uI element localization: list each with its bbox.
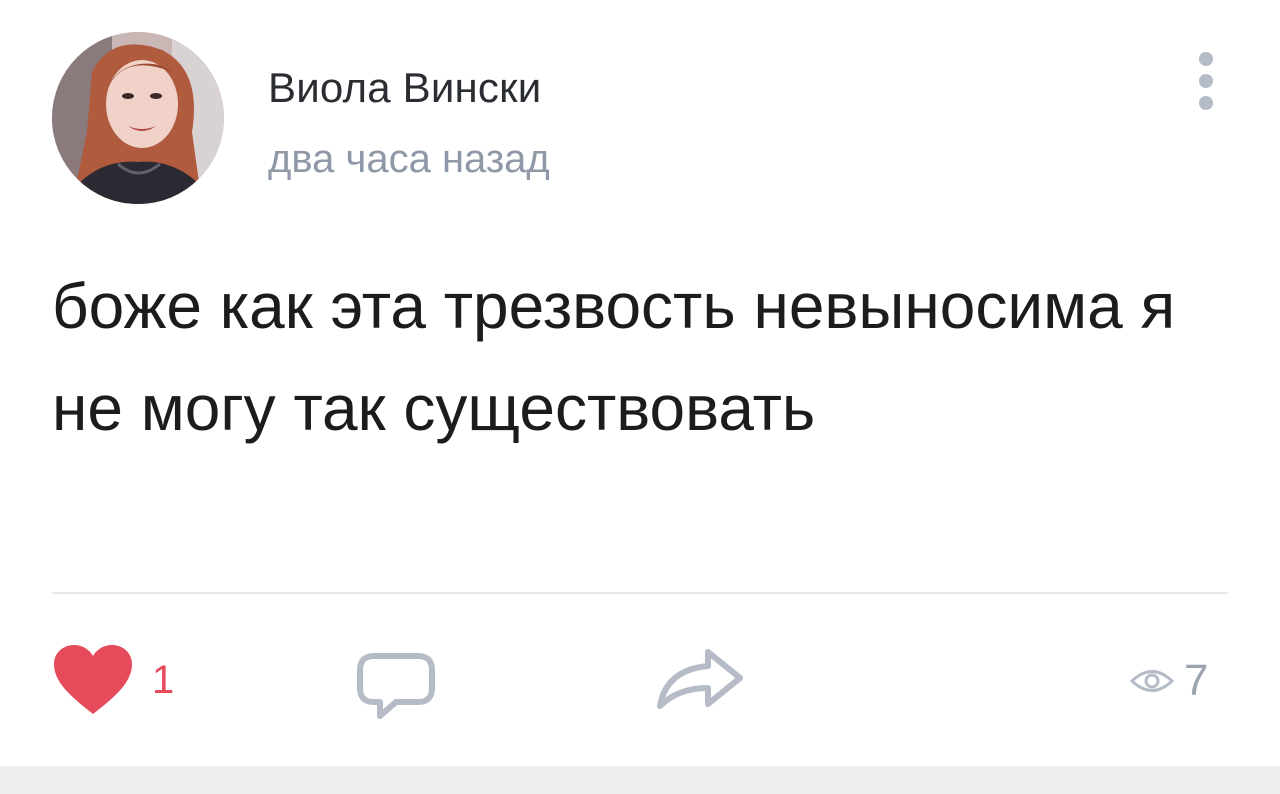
like-count: 1 (152, 657, 175, 702)
author-avatar[interactable] (52, 32, 224, 204)
views-counter: 7 (1130, 655, 1208, 707)
avatar-photo (52, 32, 224, 204)
like-button[interactable]: 1 (52, 645, 174, 715)
post-text: боже как эта трезвость невыносима я не м… (52, 270, 1176, 444)
post-card: Виола Вински два часа назад боже как эта… (0, 0, 1280, 766)
share-arrow-icon (657, 649, 743, 709)
comment-icon (357, 653, 435, 719)
share-button[interactable] (654, 648, 744, 710)
heart-icon (54, 645, 132, 714)
comment-button[interactable] (356, 650, 438, 720)
divider (52, 592, 1228, 594)
more-vertical-icon[interactable] (1190, 48, 1224, 114)
feed-background-strip (0, 766, 1280, 794)
views-count: 7 (1184, 656, 1209, 705)
eye-icon (1130, 670, 1174, 692)
post-time[interactable]: два часа назад (268, 135, 550, 183)
author-name[interactable]: Виола Вински (268, 63, 541, 113)
